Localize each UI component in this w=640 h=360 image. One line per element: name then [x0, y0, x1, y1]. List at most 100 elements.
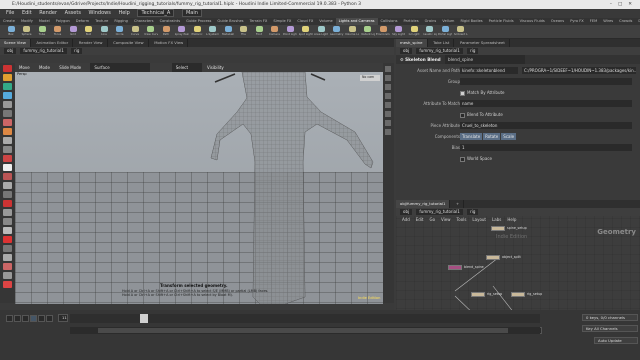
play-back-icon[interactable]: [22, 315, 29, 322]
asset-path-field[interactable]: C:/PROGRA~1/SIDEEF~1/HOUDIN~1.383/packag…: [522, 67, 636, 74]
menu-render[interactable]: Render: [39, 10, 57, 16]
shelf-tool[interactable]: Platonic: [190, 26, 204, 38]
path-network[interactable]: fummy_rig_tutorial1: [20, 48, 67, 54]
tab-take-list[interactable]: Take List: [429, 39, 455, 47]
parameter-checkbox[interactable]: Blend To Attribute: [460, 110, 503, 119]
tab-motion-fx-view[interactable]: Motion FX View: [150, 39, 189, 47]
viewport-tool-icon[interactable]: [3, 245, 12, 252]
tab-parameter-spreadsheet[interactable]: Parameter Spreadsheet: [456, 39, 510, 47]
display-option-icon[interactable]: [385, 129, 391, 135]
shelf-tab[interactable]: Vellum: [439, 18, 457, 25]
shelf-tab[interactable]: Texture: [92, 18, 111, 25]
shelf-tab[interactable]: Polygon: [53, 18, 73, 25]
visibility-dropdown[interactable]: Visibility: [203, 63, 228, 72]
shelf-tool[interactable]: Metaball: [221, 26, 235, 38]
viewport-tool-icon[interactable]: [3, 263, 12, 270]
component-button[interactable]: Translate: [460, 133, 483, 140]
parameter-field[interactable]: kinefx::skeletonblend: [460, 67, 518, 74]
gear-icon[interactable]: ⚙: [400, 57, 404, 62]
shelf-tool[interactable]: Sky Light: [392, 26, 406, 38]
tab-composite-view[interactable]: Composite View: [109, 39, 149, 47]
display-option-icon[interactable]: [385, 102, 391, 108]
shelf-tool[interactable]: Font: [252, 26, 266, 38]
viewport-tool-icon[interactable]: [3, 254, 12, 261]
node-name-field[interactable]: blend_spine: [445, 55, 526, 64]
character-mesh[interactable]: [15, 72, 383, 304]
viewport-tool-icon[interactable]: [3, 218, 12, 225]
menu-edit[interactable]: Edit: [22, 10, 32, 16]
network-node[interactable]: [511, 292, 525, 297]
frame-ruler[interactable]: [70, 314, 540, 323]
network-node[interactable]: [471, 292, 485, 297]
shelf-tab[interactable]: Grains: [422, 18, 440, 25]
shelf-tool[interactable]: Path: [159, 26, 173, 38]
menu-assets[interactable]: Assets: [65, 10, 81, 16]
shelf-tab[interactable]: Collisions: [378, 18, 401, 25]
viewport-tool-icon[interactable]: [3, 164, 12, 171]
path-obj[interactable]: obj: [4, 48, 17, 54]
viewport-tool-icon[interactable]: [3, 128, 12, 135]
jump-end-icon[interactable]: [46, 315, 53, 322]
shelf-tab[interactable]: Modify: [18, 18, 36, 25]
tab-mesh-spine[interactable]: mesh_spine: [396, 39, 428, 47]
range-handle[interactable]: [98, 328, 508, 333]
display-option-icon[interactable]: [385, 75, 391, 81]
move-tool-label[interactable]: Move: [15, 63, 34, 72]
path-rig[interactable]: rig: [467, 48, 479, 54]
shelf-tool[interactable]: Box: [4, 26, 18, 38]
shelf-tab[interactable]: Particles: [400, 18, 421, 25]
shelf-tool[interactable]: Line: [97, 26, 111, 38]
display-option-icon[interactable]: [385, 111, 391, 117]
shelf-tool[interactable]: Environment Light: [376, 26, 390, 38]
pane-selector[interactable]: Main: [181, 9, 202, 17]
path-rig[interactable]: rig: [71, 48, 83, 54]
shelf-tool[interactable]: Spot Light: [299, 26, 313, 38]
viewport-tool-icon[interactable]: [3, 65, 12, 72]
shelf-tab[interactable]: Viscous Fluids: [517, 18, 548, 25]
network-node[interactable]: [486, 255, 500, 260]
path-network[interactable]: fummy_rig_tutorial1: [416, 48, 463, 54]
network-editor[interactable]: obj/fummy_rig_tutorial1 + obj fummy_rig_…: [396, 200, 640, 310]
shelf-tool[interactable]: File: [237, 26, 251, 38]
viewport-tool-icon[interactable]: [3, 236, 12, 243]
shelf-tab[interactable]: Crowds: [616, 18, 635, 25]
viewport-tool-icon[interactable]: [3, 200, 12, 207]
parameter-field[interactable]: [460, 78, 632, 85]
shelf-tab[interactable]: FEM: [587, 18, 600, 25]
viewport-tool-icon[interactable]: [3, 173, 12, 180]
shelf-tool[interactable]: Curve: [128, 26, 142, 38]
shelf-tool[interactable]: Sphere: [20, 26, 34, 38]
tab-animation-editor[interactable]: Animation Editor: [32, 39, 74, 47]
viewport-tool-icon[interactable]: [3, 74, 12, 81]
display-option-icon[interactable]: [385, 66, 391, 72]
parameter-checkbox[interactable]: Match By Attribute: [460, 88, 505, 97]
play-icon[interactable]: [30, 315, 37, 322]
parameter-checkbox[interactable]: World Space: [460, 154, 492, 163]
shelf-tab[interactable]: Cloud FX: [294, 18, 316, 25]
tab-scene-view[interactable]: Scene View: [0, 39, 31, 47]
viewport-tool-icon[interactable]: [3, 182, 12, 189]
playhead[interactable]: [140, 314, 148, 323]
shelf-tab[interactable]: Pyro FX: [567, 18, 587, 25]
shelf-tool[interactable]: Geometry Light: [330, 26, 344, 38]
step-back-icon[interactable]: [14, 315, 21, 322]
shelf-tool[interactable]: Torus: [51, 26, 65, 38]
shelf-tab[interactable]: Deform: [73, 18, 92, 25]
network-node[interactable]: [491, 226, 505, 231]
viewport-tool-icon[interactable]: [3, 83, 12, 90]
viewport-tool-icon[interactable]: [3, 92, 12, 99]
select-dropdown[interactable]: Select: [171, 63, 202, 72]
shelf-tool[interactable]: Spray Paint: [175, 26, 189, 38]
window-controls[interactable]: –□✕: [610, 0, 638, 9]
shelf-tab[interactable]: Lights and Cameras: [335, 18, 378, 25]
menu-windows[interactable]: Windows: [89, 10, 111, 16]
shelf-tool[interactable]: Ambient Light: [454, 26, 468, 38]
shelf-tool[interactable]: Tube: [35, 26, 49, 38]
display-option-icon[interactable]: [385, 84, 391, 90]
shelf-tool[interactable]: Camera: [268, 26, 282, 38]
network-node[interactable]: [448, 265, 462, 270]
key-all-channels-button[interactable]: Key All Channels: [582, 325, 638, 332]
shelf-tool[interactable]: L-System: [206, 26, 220, 38]
display-option-icon[interactable]: [385, 93, 391, 99]
shelf-tool[interactable]: Null: [82, 26, 96, 38]
